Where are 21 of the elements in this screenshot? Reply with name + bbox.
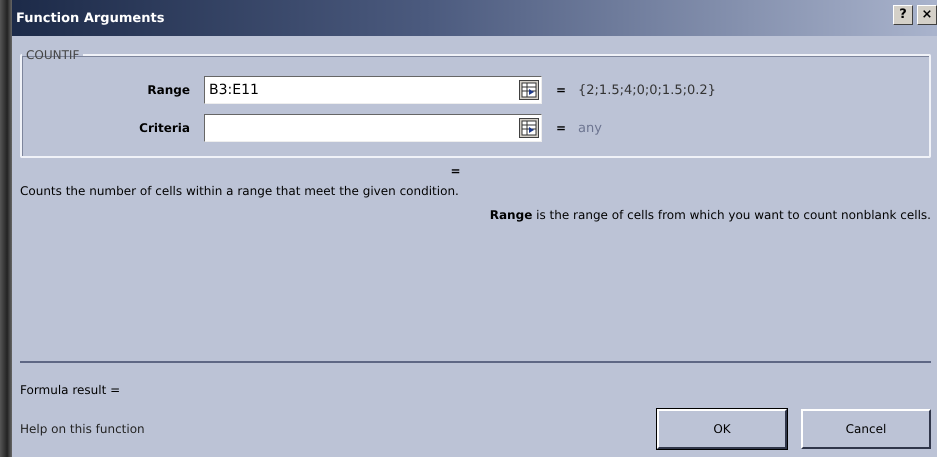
help-link[interactable]: Help on this function bbox=[20, 422, 145, 436]
formula-result: Formula result = bbox=[20, 383, 122, 397]
help-button[interactable]: ? bbox=[893, 5, 913, 25]
collapse-dialog-icon[interactable] bbox=[519, 118, 539, 138]
window-title: Function Arguments bbox=[16, 10, 164, 26]
equals-sign: = bbox=[556, 121, 568, 135]
argument-help: Range is the range of cells from which you want to count nonblank cells. bbox=[488, 208, 931, 222]
argument-field[interactable] bbox=[204, 114, 542, 142]
argument-result: any bbox=[578, 120, 602, 136]
argument-label: Range bbox=[146, 83, 191, 97]
close-button[interactable]: × bbox=[917, 5, 937, 25]
ok-button[interactable]: OK bbox=[657, 409, 787, 449]
cancel-button[interactable]: Cancel bbox=[801, 409, 931, 449]
group-title: COUNTIF bbox=[25, 48, 80, 62]
argument-result: {2;1.5;4;0;0;1.5;0.2} bbox=[578, 82, 716, 98]
argument-label: Criteria bbox=[138, 121, 191, 135]
collapse-dialog-icon[interactable] bbox=[519, 80, 539, 100]
function-description: Counts the number of cells within a range that meet the given condition. bbox=[20, 184, 460, 198]
function-result: = bbox=[450, 164, 461, 178]
argument-field[interactable]: B3:E11 bbox=[204, 76, 542, 104]
equals-sign: = bbox=[556, 83, 568, 97]
